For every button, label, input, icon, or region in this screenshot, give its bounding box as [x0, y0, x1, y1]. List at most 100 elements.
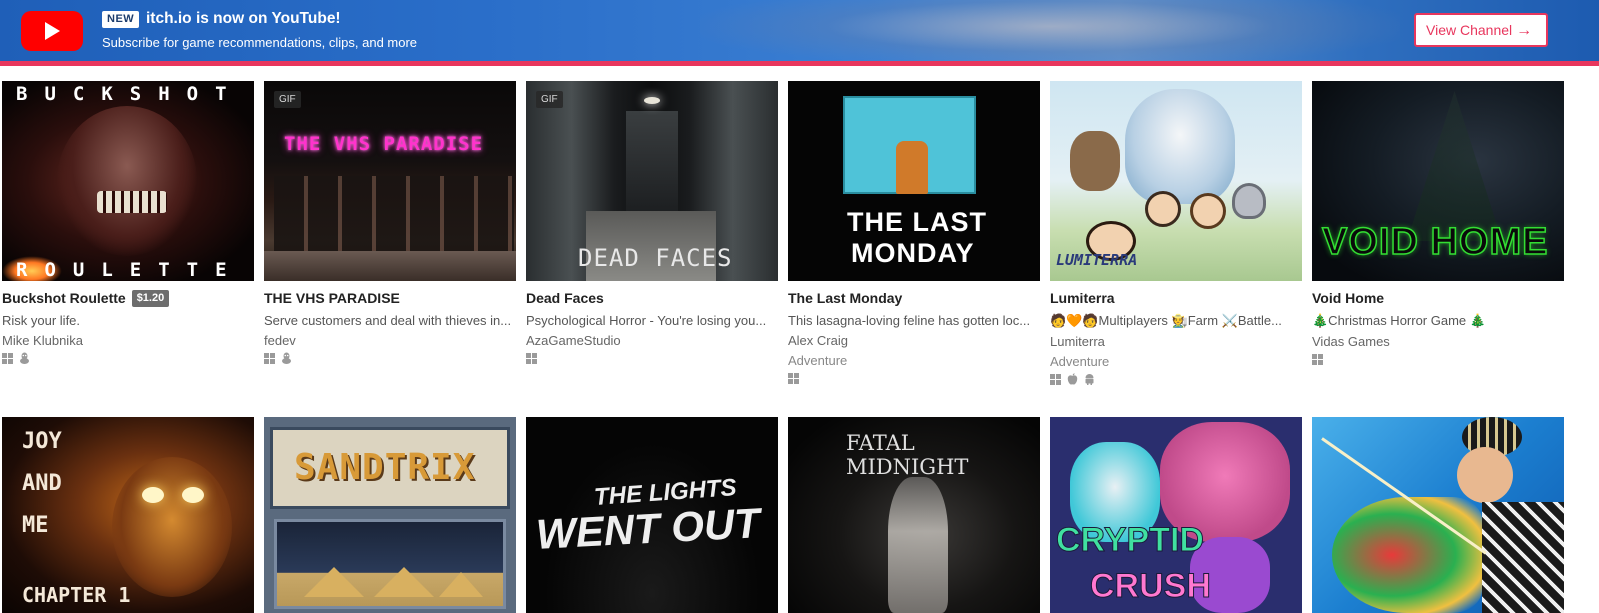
teeth-art: [97, 191, 167, 213]
game-thumbnail[interactable]: BUCKSHOT ROULETTE: [2, 81, 254, 281]
game-cell[interactable]: VOID HOME Void Home 🎄Christmas Horror Ga…: [1312, 81, 1564, 367]
game-author[interactable]: Alex Craig: [788, 333, 1040, 348]
game-author[interactable]: Vidas Games: [1312, 334, 1564, 349]
thumb-title: VOID HOME: [1321, 220, 1549, 264]
hallway-door-art: [626, 111, 678, 221]
game-thumbnail[interactable]: DEAD FACES GIF: [526, 81, 778, 281]
windows-icon: [788, 371, 799, 389]
game-thumbnail[interactable]: THE LIGHTS WENT OUT: [526, 417, 778, 613]
game-thumbnail[interactable]: FATAL MIDNIGHT: [788, 417, 1040, 613]
thumb-title-3: ME: [22, 513, 49, 538]
thumb-title: SANDTRIX: [294, 447, 476, 488]
thumb-title-bottom: ROULETTE: [16, 259, 244, 281]
pyramid-art: [304, 567, 364, 597]
linux-icon: [19, 351, 30, 369]
game-title[interactable]: Lumiterra: [1050, 290, 1115, 306]
game-genre: Adventure: [1050, 354, 1110, 369]
game-cell[interactable]: JOY AND ME CHAPTER 1: [2, 417, 254, 613]
thumb-title-2: CRUSH: [1090, 567, 1212, 606]
linux-icon: [281, 351, 292, 369]
mask-art: [57, 106, 197, 256]
game-title[interactable]: The Last Monday: [788, 290, 902, 306]
game-cell[interactable]: [1312, 417, 1564, 613]
arrow-right-icon: →: [1516, 22, 1533, 39]
game-thumbnail[interactable]: VOID HOME: [1312, 81, 1564, 281]
thumb-title: DEAD FACES: [578, 244, 733, 272]
windows-icon: [2, 351, 13, 369]
game-thumbnail[interactable]: JOY AND ME CHAPTER 1: [2, 417, 254, 613]
knight-character-art: [1232, 183, 1266, 219]
game-cell[interactable]: THE LIGHTS WENT OUT: [526, 417, 778, 613]
platform-icons: [526, 351, 778, 369]
game-cell[interactable]: CRYPTID CRUSH: [1050, 417, 1302, 613]
game-title[interactable]: Buckshot Roulette: [2, 290, 126, 306]
windows-icon: [1312, 352, 1323, 370]
game-description: 🧑🧡🧑Multiplayers 🧑‍🌾Farm ⚔️Battle...: [1050, 313, 1282, 328]
thumb-title-1: THE LAST: [847, 207, 987, 237]
windows-icon: [1050, 372, 1061, 390]
ghost-figure-art: [888, 477, 948, 613]
thumb-title: FATAL MIDNIGHT: [846, 431, 969, 479]
boar-creature-art: [1070, 131, 1120, 191]
platform-icons: [1050, 372, 1302, 390]
game-description: Risk your life.: [2, 313, 81, 328]
game-cell[interactable]: THE LAST MONDAY The Last Monday This las…: [788, 81, 1040, 386]
view-channel-label: View Channel: [1426, 22, 1513, 38]
game-author[interactable]: AzaGameStudio: [526, 333, 778, 348]
banner-background-art: [700, 0, 1400, 61]
neon-sign-text: THE VHS PARADISE: [284, 133, 484, 155]
thumb-title-2: WENT OUT: [534, 499, 762, 558]
game-thumbnail[interactable]: CRYPTID CRUSH: [1050, 417, 1302, 613]
game-cell[interactable]: BUCKSHOT ROULETTE Buckshot Roulette $1.2…: [2, 81, 254, 366]
game-author[interactable]: Mike Klubnika: [2, 333, 254, 348]
banner-subtitle: Subscribe for game recommendations, clip…: [102, 35, 418, 50]
pyramid-art: [374, 567, 434, 597]
game-thumbnail[interactable]: SANDTRIX: [264, 417, 516, 613]
platform-icons: [1312, 352, 1564, 370]
game-cell[interactable]: SANDTRIX: [264, 417, 516, 613]
game-thumbnail[interactable]: LUMITERRA: [1050, 81, 1302, 281]
game-cell[interactable]: FATAL MIDNIGHT: [788, 417, 1040, 613]
gif-badge: GIF: [536, 91, 563, 108]
windows-icon: [526, 351, 537, 369]
hero-character-art: [1145, 191, 1181, 227]
windows-icon: [264, 351, 275, 369]
game-cell[interactable]: LUMITERRA Lumiterra 🧑🧡🧑Multiplayers 🧑‍🌾F…: [1050, 81, 1302, 387]
banner-title: itch.io is now on YouTube!: [146, 10, 341, 27]
thumb-title-4: CHAPTER 1: [22, 583, 131, 607]
game-description: 🎄Christmas Horror Game 🎄: [1312, 313, 1486, 328]
apple-icon: [1067, 372, 1078, 390]
ice-creature-art: [1125, 89, 1235, 204]
game-title[interactable]: THE VHS PARADISE: [264, 290, 400, 306]
game-author[interactable]: fedev: [264, 333, 516, 348]
gif-badge: GIF: [274, 91, 301, 108]
youtube-logo-icon[interactable]: [21, 11, 83, 51]
pumpkin-head-art: [112, 457, 232, 597]
game-title[interactable]: Dead Faces: [526, 290, 604, 306]
platform-icons: [2, 351, 254, 369]
android-icon: [1084, 372, 1095, 390]
thumb-title-1: CRYPTID: [1056, 521, 1205, 560]
thumb-title-1: JOY: [22, 429, 62, 454]
dragon-art: [1332, 497, 1482, 613]
platform-icons: [788, 371, 1040, 389]
game-description: This lasagna-loving feline has gotten lo…: [788, 313, 1031, 328]
pyramid-art: [439, 572, 483, 597]
game-thumbnail[interactable]: [1312, 417, 1564, 613]
hero-character-art: [1190, 193, 1226, 229]
cat-character-art: [896, 141, 928, 194]
game-cell[interactable]: THE VHS PARADISE GIF THE VHS PARADISE Se…: [264, 81, 516, 366]
thumb-title-top: BUCKSHOT: [16, 83, 244, 105]
game-description: Serve customers and deal with thieves in…: [264, 313, 512, 328]
archer-face-art: [1457, 447, 1513, 503]
ceiling-light-art: [644, 97, 660, 104]
game-title[interactable]: Void Home: [1312, 290, 1384, 306]
price-badge: $1.20: [131, 289, 170, 307]
game-genre: Adventure: [788, 353, 848, 368]
new-badge: NEW: [102, 11, 140, 28]
game-thumbnail[interactable]: THE VHS PARADISE GIF: [264, 81, 516, 281]
view-channel-button[interactable]: View Channel →: [1414, 13, 1548, 47]
game-thumbnail[interactable]: THE LAST MONDAY: [788, 81, 1040, 281]
game-cell[interactable]: DEAD FACES GIF Dead Faces Psychological …: [526, 81, 778, 366]
game-author[interactable]: Lumiterra: [1050, 334, 1302, 349]
